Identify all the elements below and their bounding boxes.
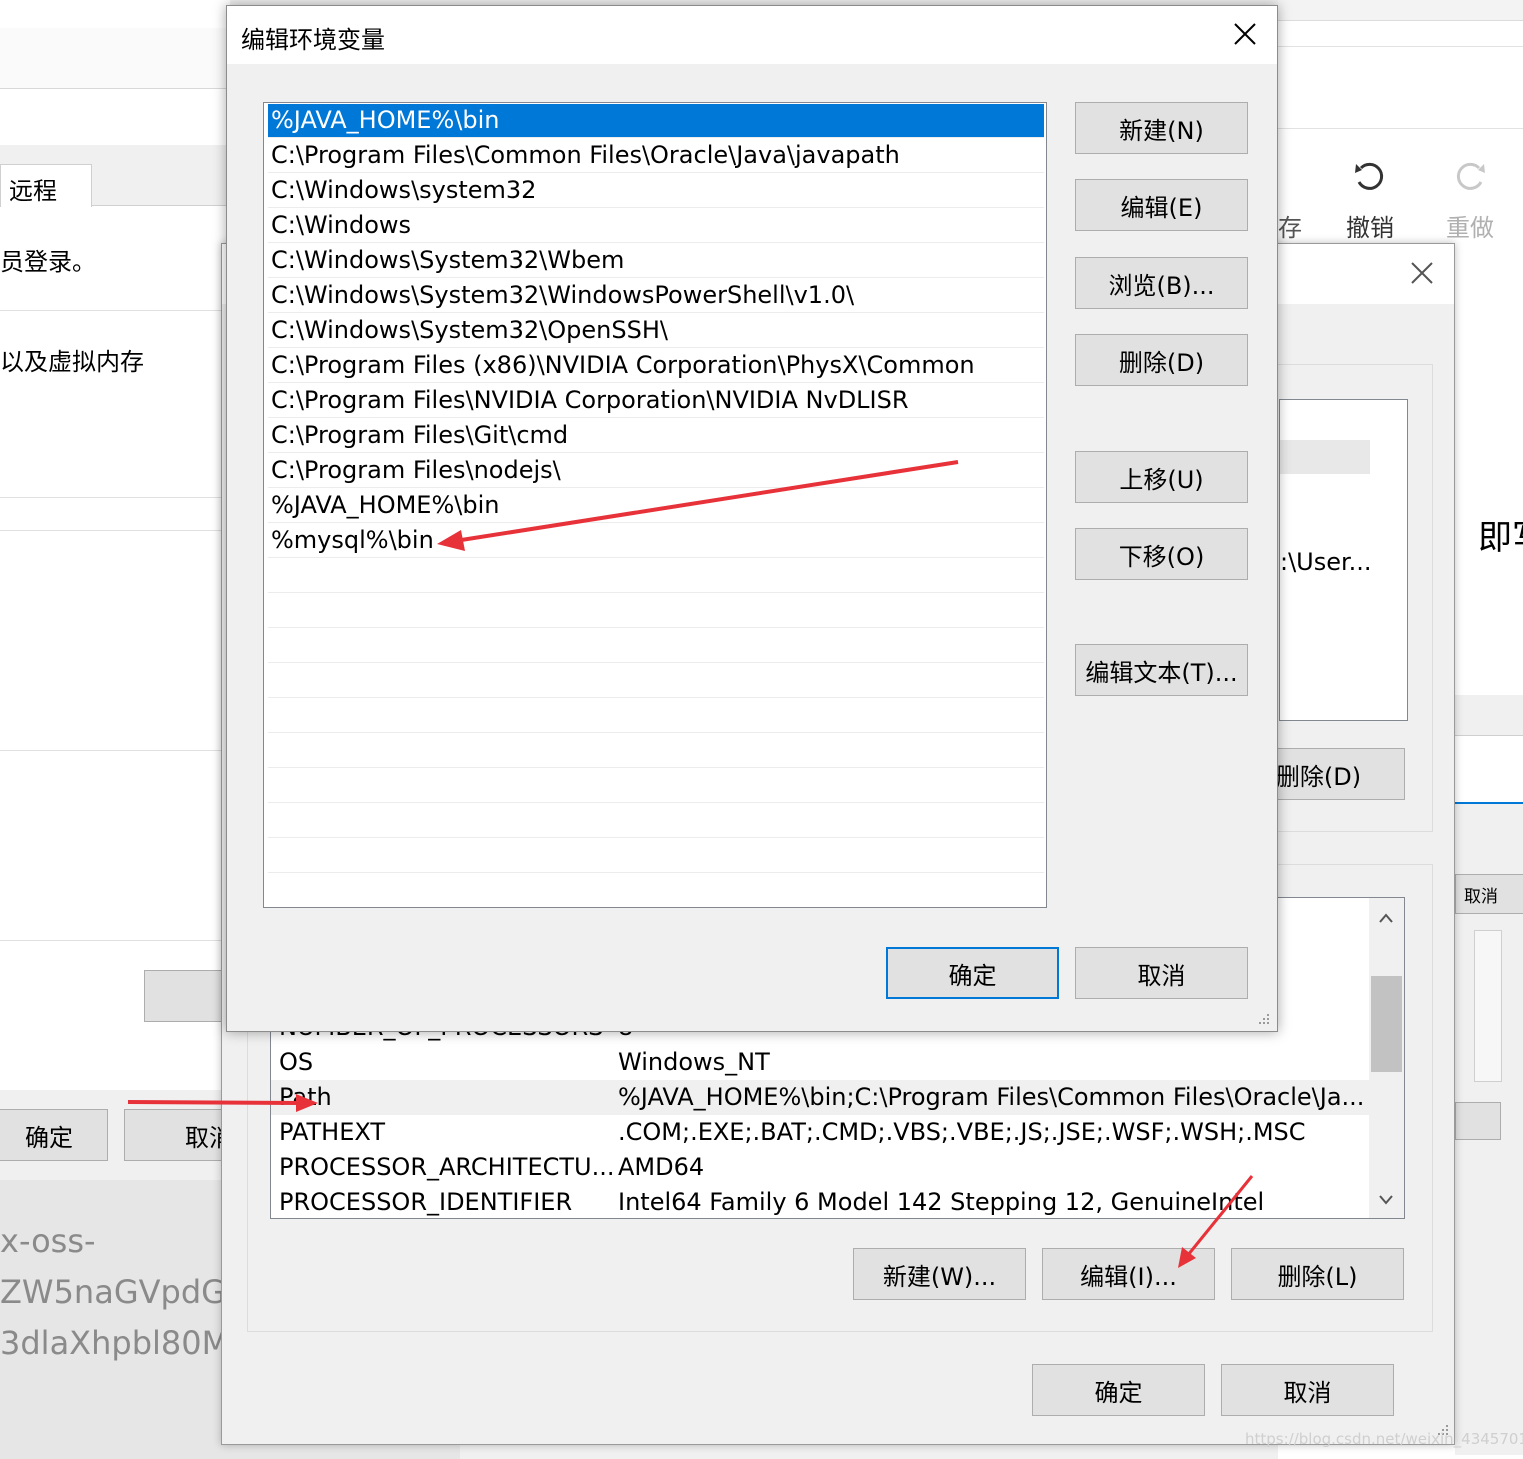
edit-button[interactable]: 编辑(E)	[1075, 179, 1248, 231]
undo-button[interactable]: 撤销	[1340, 158, 1400, 242]
background-left-top-strip	[0, 28, 230, 89]
scrollbar-thumb[interactable]	[1371, 976, 1402, 1072]
background-cancel-button[interactable]: 取消	[124, 1109, 232, 1161]
divider	[0, 530, 230, 531]
divider	[0, 497, 230, 498]
watermark: https://blog.csdn.net/weixin_43457011	[1245, 1430, 1523, 1448]
env-cancel-button[interactable]: 取消	[1221, 1364, 1394, 1416]
undo-icon	[1355, 162, 1384, 190]
var-value: %JAVA_HOME%\bin;C:\Program Files\Common …	[618, 1083, 1365, 1111]
divider	[0, 940, 230, 941]
login-text: 员登录。	[0, 248, 96, 276]
edit-env-var-dialog: 编辑环境变量 %JAVA_HOME%\bin C:\Program Files\…	[226, 5, 1278, 1032]
tab-remote-label: 远程	[9, 177, 57, 205]
list-item[interactable]: PROCESSOR_ARCHITECTU... AMD64	[271, 1150, 1369, 1185]
move-down-button[interactable]: 下移(O)	[1075, 528, 1248, 580]
background-right-panel	[1455, 455, 1523, 695]
list-item[interactable]: C:\Program Files\Git\cmd	[268, 419, 1044, 453]
list-item[interactable]: C:\Program Files\NVIDIA Corporation\NVID…	[268, 384, 1044, 418]
scroll-down-icon[interactable]	[1378, 1194, 1394, 1206]
empty-row[interactable]	[268, 664, 1044, 698]
redo-label: 重做	[1446, 214, 1494, 242]
env-dialog-close-icon[interactable]	[1410, 261, 1434, 285]
right-scroll-button[interactable]	[1455, 1102, 1501, 1140]
faded-text-1: x-oss-	[0, 1222, 96, 1260]
tab-remote[interactable]: 远程	[0, 164, 92, 207]
new-button[interactable]: 新建(N)	[1075, 102, 1248, 154]
dialog-title: 编辑环境变量	[241, 26, 385, 54]
var-value: .COM;.EXE;.BAT;.CMD;.VBS;.VBE;.JS;.JSE;.…	[618, 1118, 1306, 1146]
user-vars-list[interactable]: :\User...	[1279, 399, 1408, 721]
background-right-line	[1278, 46, 1523, 47]
divider	[0, 750, 230, 751]
move-up-button[interactable]: 上移(U)	[1075, 451, 1248, 503]
empty-row[interactable]	[268, 734, 1044, 768]
system-new-button[interactable]: 新建(W)...	[853, 1248, 1026, 1300]
resize-grip-icon[interactable]	[1257, 1012, 1271, 1026]
dialog-titlebar: 编辑环境变量	[227, 6, 1277, 64]
system-edit-button[interactable]: 编辑(I)...	[1042, 1248, 1215, 1300]
cancel-button[interactable]: 取消	[1075, 947, 1248, 999]
right-scroll[interactable]	[1474, 930, 1502, 1082]
edit-text-button[interactable]: 编辑文本(T)...	[1075, 644, 1248, 696]
faded-text-3: 3dlaXhpbl80Mz	[0, 1324, 247, 1362]
user-var-value-fragment: :\User...	[1280, 548, 1372, 576]
var-value: Intel64 Family 6 Model 142 Stepping 12, …	[618, 1188, 1265, 1216]
var-name: PROCESSOR_ARCHITECTU...	[279, 1153, 615, 1181]
system-vars-scrollbar[interactable]	[1369, 898, 1404, 1218]
list-item[interactable]: C:\Windows\System32\OpenSSH\	[268, 314, 1044, 348]
env-ok-button[interactable]: 确定	[1032, 1364, 1205, 1416]
list-item[interactable]: %mysql%\bin	[268, 524, 1044, 558]
faded-text-2: ZW5naGVpdGk	[0, 1273, 245, 1311]
list-item[interactable]: PROCESSOR_IDENTIFIER Intel64 Family 6 Mo…	[271, 1185, 1369, 1218]
right-fragment-text: 即写	[1478, 518, 1523, 558]
list-item[interactable]: C:\Windows\System32\WindowsPowerShell\v1…	[268, 279, 1044, 313]
list-item[interactable]: C:\Program Files (x86)\NVIDIA Corporatio…	[268, 349, 1044, 383]
empty-row[interactable]	[268, 629, 1044, 663]
list-item[interactable]: C:\Windows\system32	[268, 174, 1044, 208]
browse-button[interactable]: 浏览(B)...	[1075, 257, 1248, 309]
empty-row[interactable]	[268, 559, 1044, 593]
list-item[interactable]: C:\Windows\System32\Wbem	[268, 244, 1044, 278]
list-item[interactable]: %JAVA_HOME%\bin	[268, 489, 1044, 523]
list-item[interactable]: PATHEXT .COM;.EXE;.BAT;.CMD;.VBS;.VBE;.J…	[271, 1115, 1369, 1150]
list-item[interactable]: %JAVA_HOME%\bin	[268, 104, 1044, 138]
list-item[interactable]: C:\Program Files\Common Files\Oracle\Jav…	[268, 139, 1044, 173]
divider	[0, 310, 230, 311]
background-ok-button[interactable]: 确定	[0, 1109, 108, 1161]
right-cancel-button[interactable]: 取消	[1455, 874, 1523, 914]
var-value: AMD64	[618, 1153, 705, 1181]
empty-row[interactable]	[268, 769, 1044, 803]
background-right-line	[1278, 128, 1523, 129]
user-vars-row	[1280, 440, 1370, 474]
list-item[interactable]: C:\Windows	[268, 209, 1044, 243]
delete-button[interactable]: 删除(D)	[1075, 334, 1248, 386]
var-value: Windows_NT	[618, 1048, 770, 1076]
background-right-input	[1455, 735, 1523, 804]
scroll-up-icon[interactable]	[1378, 912, 1394, 924]
undo-label: 撤销	[1346, 214, 1394, 242]
redo-icon	[1456, 162, 1485, 190]
empty-row[interactable]	[268, 699, 1044, 733]
empty-row[interactable]	[268, 594, 1044, 628]
var-name: OS	[279, 1048, 314, 1076]
close-icon[interactable]	[1234, 23, 1256, 45]
list-item[interactable]: Path %JAVA_HOME%\bin;C:\Program Files\Co…	[271, 1080, 1369, 1115]
var-name: Path	[279, 1083, 332, 1111]
list-item[interactable]: C:\Program Files\nodejs\	[268, 454, 1044, 488]
toolbar-save-fragment: 存	[1278, 214, 1302, 242]
var-name: PATHEXT	[279, 1118, 386, 1146]
empty-row[interactable]	[268, 839, 1044, 873]
var-name: PROCESSOR_IDENTIFIER	[279, 1188, 573, 1216]
path-entries-list[interactable]: %JAVA_HOME%\bin C:\Program Files\Common …	[263, 102, 1047, 908]
system-delete-button[interactable]: 删除(L)	[1231, 1248, 1404, 1300]
memory-text: 以及虚拟内存	[0, 348, 144, 376]
background-right-top-bar	[1278, 0, 1523, 21]
ok-button[interactable]: 确定	[886, 947, 1059, 999]
empty-row[interactable]	[268, 804, 1044, 838]
redo-button[interactable]: 重做	[1440, 158, 1500, 242]
list-item[interactable]: OS Windows_NT	[271, 1045, 1369, 1080]
